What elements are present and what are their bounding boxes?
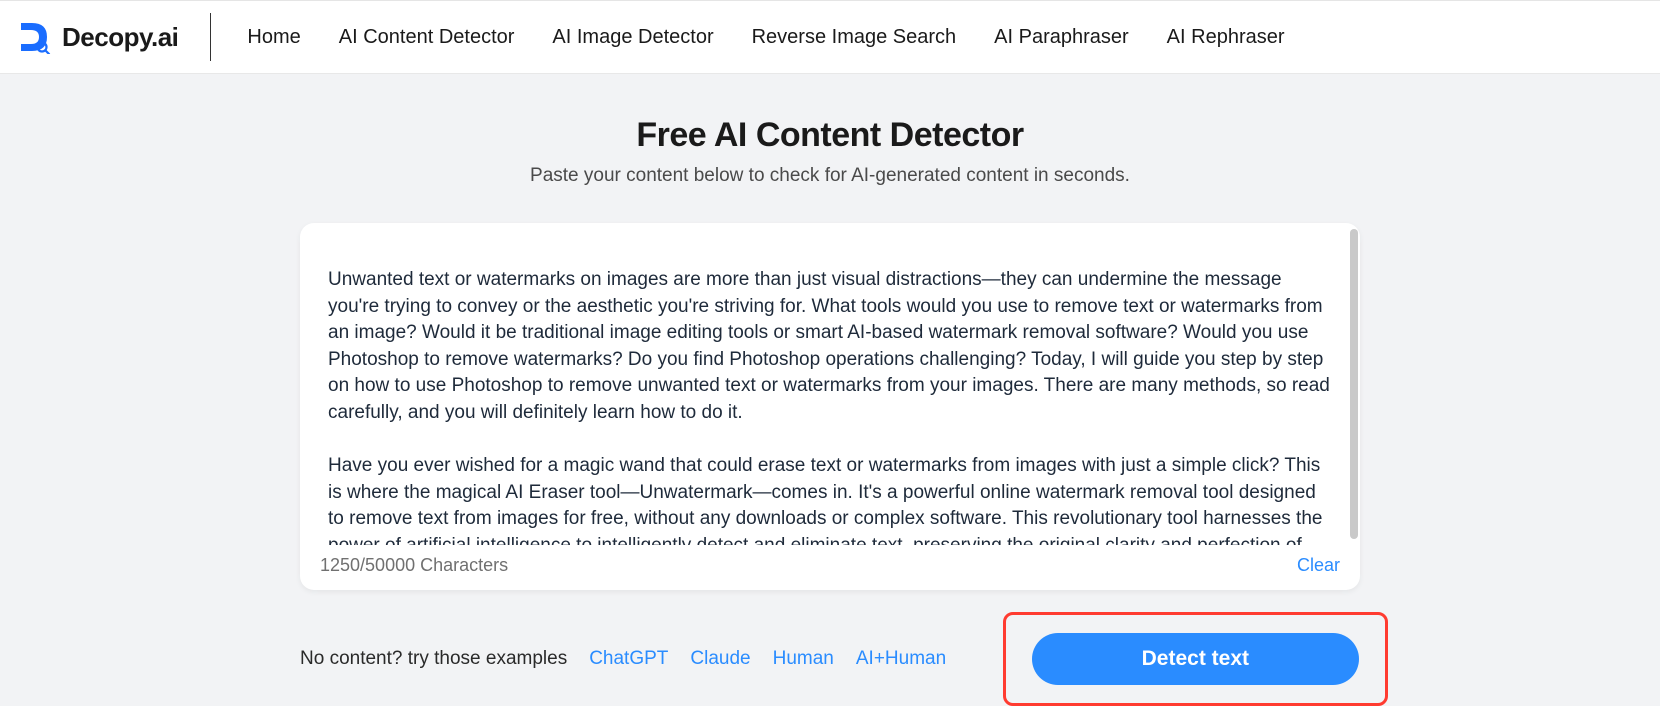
- site-header: Decopy.ai Home AI Content Detector AI Im…: [0, 0, 1660, 74]
- scrollbar[interactable]: [1350, 229, 1358, 539]
- detect-text-button[interactable]: Detect text: [1032, 633, 1359, 685]
- nav-ai-content-detector[interactable]: AI Content Detector: [339, 26, 515, 49]
- editor-card: Unwanted text or watermarks on images ar…: [300, 223, 1360, 590]
- nav-home[interactable]: Home: [247, 26, 300, 49]
- nav-ai-paraphraser[interactable]: AI Paraphraser: [994, 26, 1129, 49]
- example-human[interactable]: Human: [773, 648, 834, 670]
- example-claude[interactable]: Claude: [690, 648, 750, 670]
- logo[interactable]: Decopy.ai: [18, 20, 178, 54]
- char-count: 1250/50000 Characters: [320, 555, 508, 576]
- action-row: No content? try those examples ChatGPT C…: [300, 612, 1360, 706]
- main-nav: Home AI Content Detector AI Image Detect…: [247, 26, 1284, 49]
- example-chatgpt[interactable]: ChatGPT: [589, 648, 668, 670]
- clear-button[interactable]: Clear: [1297, 555, 1340, 576]
- editor-footer: 1250/50000 Characters Clear: [300, 545, 1360, 590]
- nav-divider: [210, 13, 211, 61]
- page-subtitle: Paste your content below to check for AI…: [530, 165, 1130, 187]
- example-ai-human[interactable]: AI+Human: [856, 648, 946, 670]
- detect-highlight: Detect text: [1003, 612, 1388, 706]
- main-content: Free AI Content Detector Paste your cont…: [0, 74, 1660, 706]
- nav-reverse-image-search[interactable]: Reverse Image Search: [752, 26, 957, 49]
- logo-icon: [18, 20, 52, 54]
- content-textarea[interactable]: Unwanted text or watermarks on images ar…: [328, 267, 1332, 545]
- brand-name: Decopy.ai: [62, 22, 178, 53]
- examples: No content? try those examples ChatGPT C…: [300, 648, 946, 670]
- nav-ai-image-detector[interactable]: AI Image Detector: [552, 26, 713, 49]
- nav-ai-rephraser[interactable]: AI Rephraser: [1167, 26, 1285, 49]
- examples-label: No content? try those examples: [300, 648, 567, 670]
- textarea-wrap: Unwanted text or watermarks on images ar…: [300, 223, 1360, 545]
- page-title: Free AI Content Detector: [636, 116, 1023, 155]
